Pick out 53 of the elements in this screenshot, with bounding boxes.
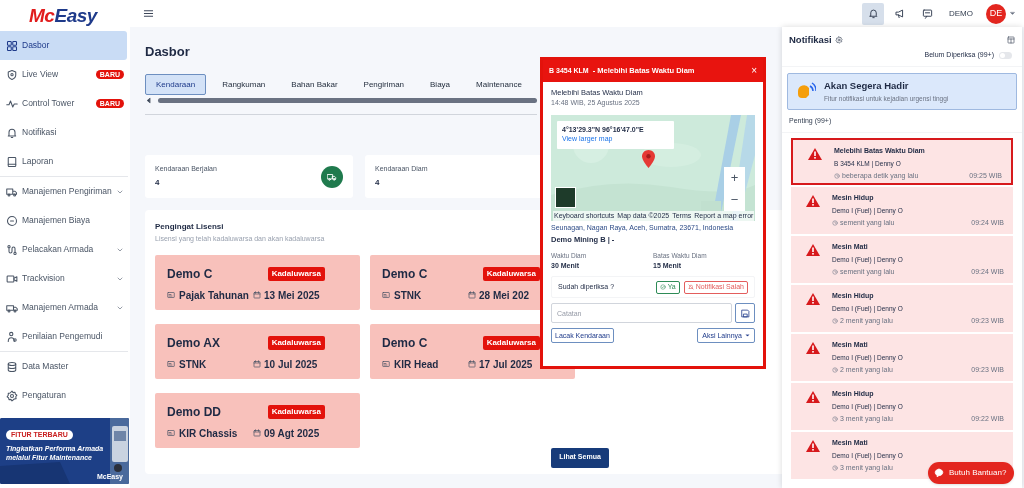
stat-value: 4: [375, 177, 381, 190]
document-type: KIR Head: [394, 357, 439, 372]
license-card[interactable]: Demo C Kadaluwarsa Pajak Tahunan 13 Mei 2025: [155, 254, 360, 310]
vehicle-name: Demo C: [167, 265, 213, 283]
vehicle-name: Demo C: [382, 334, 428, 352]
status-badge: Kadaluwarsa: [267, 404, 325, 419]
user-name: DEMO: [949, 7, 973, 20]
vehicle-name: Demo AX: [167, 334, 220, 352]
tab[interactable]: Bahan Bakar: [281, 74, 348, 95]
expiry-date: 28 Mei 202: [479, 288, 530, 303]
status-badge: Kadaluwarsa: [482, 335, 540, 350]
sidebar-item[interactable]: Laporan: [0, 147, 127, 176]
vehicle-name: Demo C: [382, 265, 428, 283]
tab[interactable]: Pengiriman: [353, 74, 415, 95]
tab[interactable]: Kendaraan: [145, 74, 207, 95]
panel-title: Notifikasi: [789, 33, 832, 47]
license-card[interactable]: Demo AX Kadaluwarsa STNK 10 Jul 2025: [155, 323, 360, 379]
document-type: KIR Chassis: [179, 426, 238, 441]
document-type: STNK: [179, 357, 207, 372]
sidebar-item[interactable]: Pengaturan: [0, 381, 127, 410]
status-badge: Kadaluwarsa: [267, 266, 325, 281]
sidebar-item[interactable]: Data Master: [0, 352, 127, 381]
document-type: Pajak Tahunan: [179, 288, 249, 303]
page-title: Dasbor: [145, 43, 190, 61]
document-type: STNK: [394, 288, 422, 303]
zoom-out-button[interactable]: −: [724, 188, 745, 211]
banner-title: Akan Segera Hadir: [824, 79, 910, 94]
license-card[interactable]: Demo DD Kadaluwarsa KIR Chassis 09 Agt 2025: [155, 392, 360, 448]
avatar[interactable]: DE: [986, 3, 1006, 24]
expiry-date: 17 Jul 2025: [479, 357, 533, 372]
help-button[interactable]: Butuh Bantuan?: [928, 462, 1015, 484]
sidebar-item[interactable]: Pelacakan Armada: [0, 235, 127, 264]
panel-title: Pengingat Lisensi: [155, 221, 224, 233]
logo: McEasy: [29, 6, 97, 25]
tab[interactable]: Maintenance: [466, 74, 532, 95]
sidebar-item[interactable]: Notifikasi: [0, 118, 127, 147]
status-badge: Kadaluwarsa: [482, 266, 540, 281]
vehicle-name: Demo DD: [167, 403, 221, 421]
sidebar-item[interactable]: Penilaian Pengemudi: [0, 322, 127, 351]
stat-value: 4: [155, 177, 161, 190]
tab[interactable]: Rangkuman: [212, 74, 276, 95]
status-badge: Kadaluwarsa: [267, 335, 325, 350]
sidebar-item[interactable]: Dasbor: [0, 31, 127, 60]
sidebar-item[interactable]: Manajemen Armada: [0, 293, 127, 322]
sidebar-item[interactable]: Manajemen Pengiriman: [0, 177, 127, 206]
expiry-date: 09 Agt 2025: [264, 426, 320, 441]
expiry-date: 10 Jul 2025: [264, 357, 318, 372]
tab[interactable]: Biaya: [420, 74, 461, 95]
zoom-in-button[interactable]: +: [724, 166, 745, 189]
close-button[interactable]: ×: [751, 66, 757, 76]
sidebar-item[interactable]: Trackvision: [0, 264, 127, 293]
expiry-date: 13 Mei 2025: [264, 288, 320, 303]
sidebar-item[interactable]: Manajemen Biaya: [0, 206, 127, 235]
